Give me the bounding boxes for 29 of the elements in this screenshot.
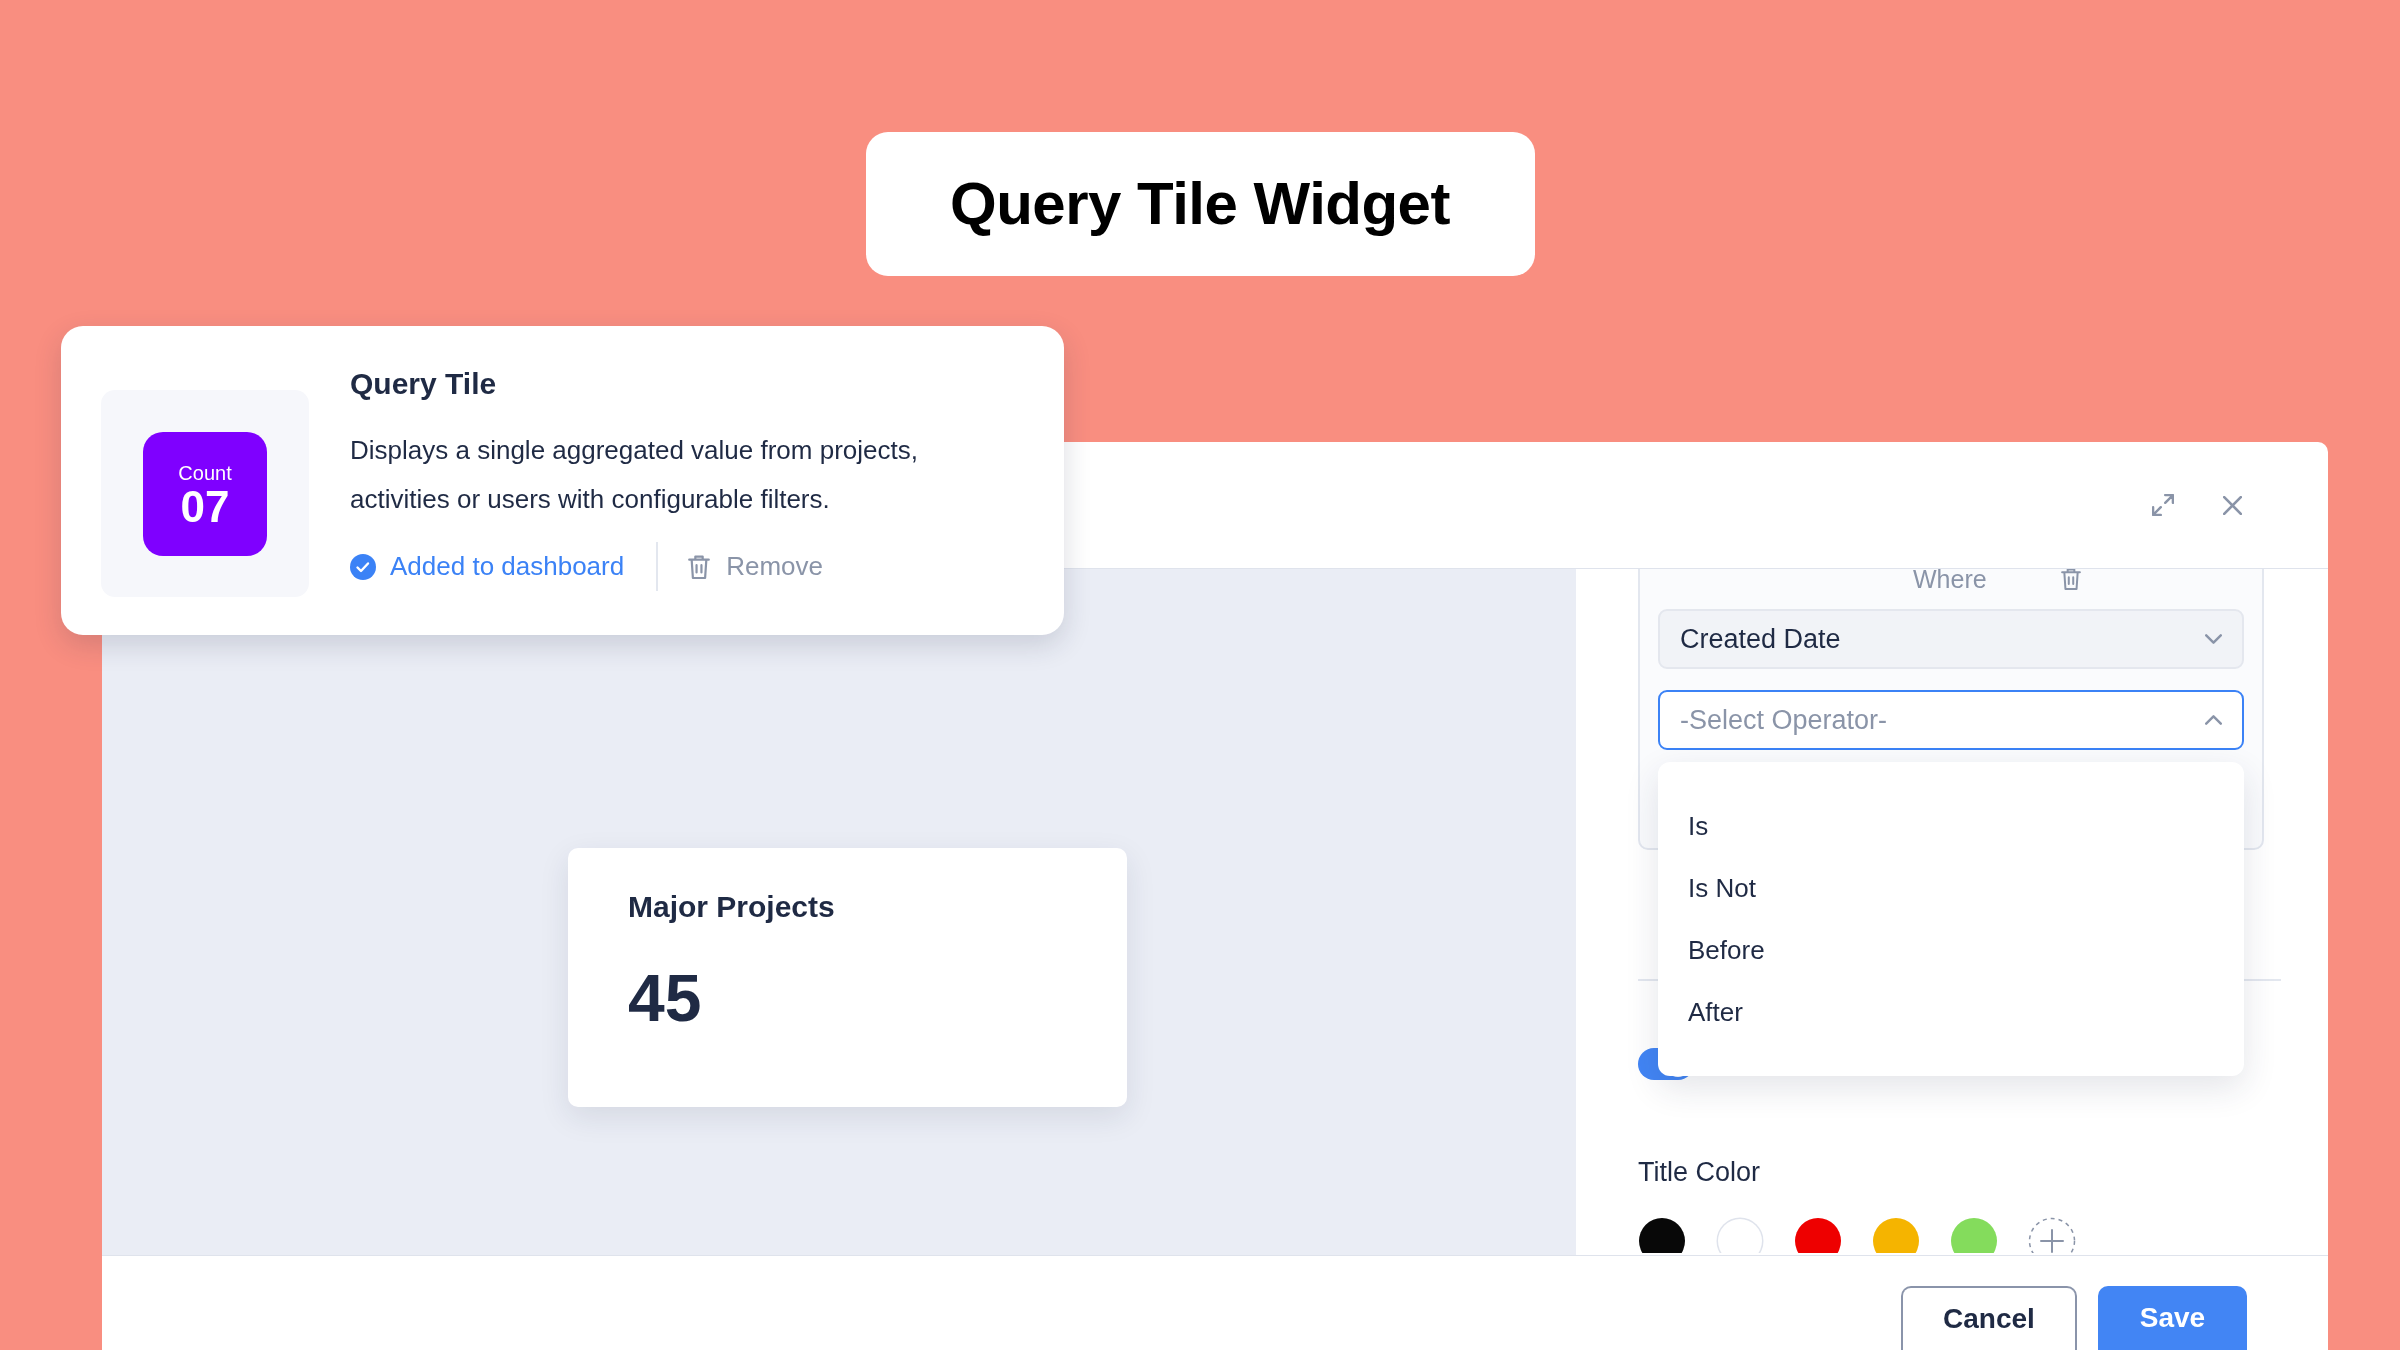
color-swatch[interactable] [1950, 1217, 1998, 1253]
color-swatch[interactable] [1794, 1217, 1842, 1253]
chevron-icon [2205, 634, 2222, 644]
menu-item[interactable]: After [1658, 981, 2244, 1043]
save-button[interactable]: Save [2098, 1286, 2247, 1350]
color-swatch[interactable] [1638, 1217, 1686, 1253]
banner-title: Query Tile Widget [950, 169, 1450, 239]
menu-item[interactable]: Is Not [1658, 857, 2244, 919]
tile-value: 45 [628, 962, 702, 1034]
close-icon[interactable] [2223, 495, 2242, 515]
menu-item[interactable]: Is [1658, 795, 2244, 857]
widget-title: Query Tile [350, 366, 497, 402]
where-label: Where [1913, 569, 1987, 595]
count-value: 07 [180, 483, 230, 530]
cancel-button[interactable]: Cancel [1901, 1286, 2077, 1350]
field-select[interactable]: Created Date [1658, 609, 2244, 669]
title-color-label: Title Color [1638, 1156, 1761, 1189]
add-color-button[interactable] [2028, 1217, 2076, 1253]
status-label: Added to dashboard [390, 551, 625, 582]
menu-item[interactable]: Before [1658, 919, 2244, 981]
chevron-icon [2205, 715, 2222, 725]
color-swatch[interactable] [1872, 1217, 1920, 1253]
trash-icon[interactable] [2060, 569, 2081, 591]
trash-icon [688, 553, 711, 580]
color-swatch[interactable] [1716, 1217, 1764, 1253]
count-label: Count [178, 461, 232, 484]
widget-description: Displays a single aggregated value from projects, activities or users with configurable filters. [350, 434, 919, 516]
expand-icon[interactable] [2152, 494, 2174, 516]
tile-title: Major Projects [628, 889, 835, 925]
